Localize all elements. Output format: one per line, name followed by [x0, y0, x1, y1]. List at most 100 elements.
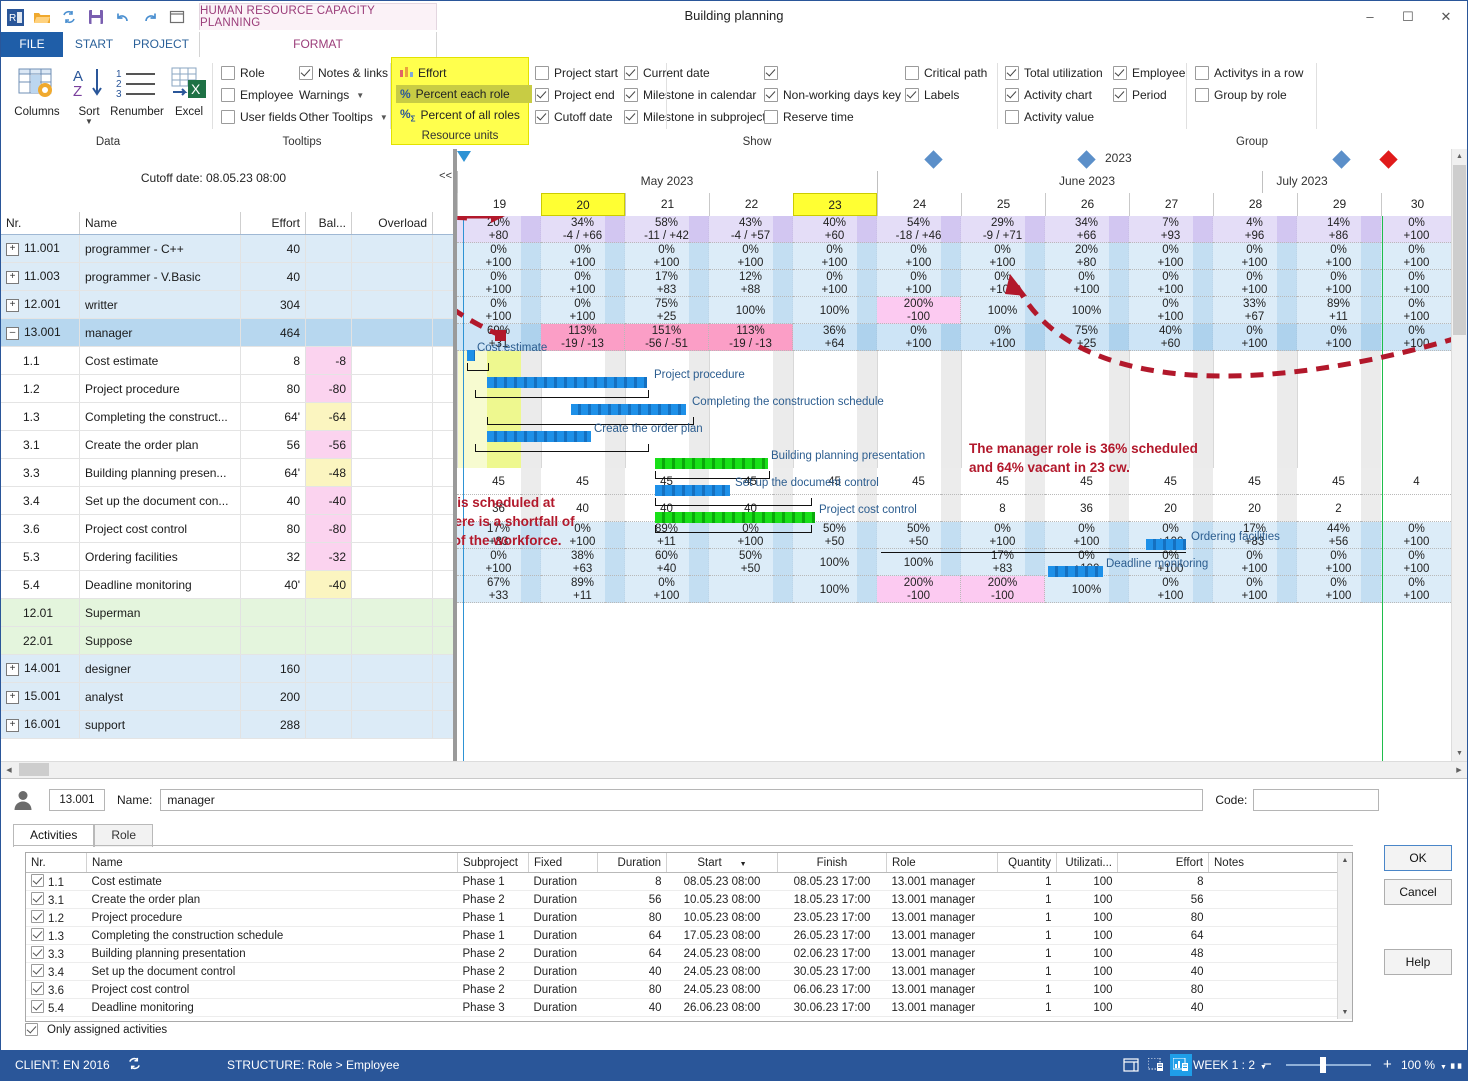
heatmap-cell[interactable]: 0%+100 — [1381, 324, 1453, 351]
scrollbar-thumb[interactable] — [19, 763, 49, 776]
row-checkbox[interactable] — [31, 1000, 44, 1013]
view-list-icon[interactable] — [1120, 1054, 1142, 1076]
heatmap-cell[interactable]: 4 — [1381, 468, 1453, 495]
gantt-bar[interactable] — [1146, 539, 1186, 550]
table-row[interactable]: 22.01 Suppose — [1, 626, 522, 655]
table-row[interactable]: +11.003 programmer - V.Basic 40 — [1, 262, 522, 291]
only-assigned-checkbox[interactable]: Only assigned activities — [25, 1023, 167, 1036]
week-column-27[interactable]: 27 — [1129, 193, 1213, 216]
checkbox-reserve-time[interactable]: Reserve time — [764, 110, 854, 124]
zoom-percent-label[interactable]: 100 % ▼ — [1401, 1058, 1447, 1072]
view-chart-icon[interactable] — [1170, 1054, 1192, 1076]
expander-icon[interactable]: + — [6, 690, 19, 704]
table-row[interactable]: 1.2 Project procedure 80 -80 — [1, 374, 522, 403]
checkbox-project-end[interactable]: Project end — [535, 88, 615, 102]
col-start[interactable]: Start ▼ — [666, 853, 778, 873]
checkbox-user-fields[interactable]: User fields — [221, 110, 297, 124]
heatmap-cell[interactable] — [1381, 495, 1453, 522]
heatmap-cell[interactable]: 200% -100 — [877, 297, 961, 324]
table-row[interactable]: 5.3 Ordering facilities 32 -32 — [1, 542, 522, 571]
table-row[interactable]: +15.001 analyst 200 — [1, 682, 522, 711]
vertical-scrollbar[interactable]: ▲ ▼ — [1451, 149, 1467, 761]
table-row[interactable]: 1.1 Cost estimate 8 -8 — [1, 346, 522, 375]
checkbox-unlabeled[interactable] — [764, 66, 783, 80]
scroll-up-icon[interactable]: ▲ — [1452, 149, 1467, 164]
table-row[interactable]: 12.01 Superman — [1, 598, 522, 627]
week-column-28[interactable]: 28 — [1213, 193, 1297, 216]
activities-scrollbar[interactable]: ▲ ▼ — [1337, 853, 1352, 1019]
row-checkbox[interactable] — [31, 910, 44, 923]
heatmap-cell[interactable]: 200% -100 — [877, 576, 961, 603]
table-row[interactable]: 3.1 Create the order plan Phase 2 Duration 5… — [26, 890, 1352, 909]
tab-format[interactable]: FORMAT — [199, 32, 437, 57]
gantt-bar[interactable] — [467, 350, 475, 361]
table-row[interactable]: 1.1 Cost estimate Phase 1 Duration 8 08.05.23… — [26, 872, 1352, 891]
gantt-bar[interactable] — [1048, 566, 1103, 577]
table-row[interactable]: +11.001 programmer - C++ 40 — [1, 234, 522, 263]
chevron-down-icon[interactable]: ▼ — [1440, 1064, 1447, 1071]
table-row[interactable]: 5.4 Deadline monitoring Phase 3 Duration 40 2… — [26, 998, 1352, 1017]
col-fixed[interactable]: Fixed — [528, 853, 598, 873]
col-subproject[interactable]: Subproject — [457, 853, 529, 873]
table-row[interactable]: 3.6 Project cost control 80 -80 — [1, 514, 522, 543]
resource-unit-percent-all-roles[interactable]: %Σ Percent of all roles — [400, 107, 520, 123]
row-checkbox[interactable] — [31, 982, 44, 995]
menu-warnings[interactable]: Warnings ▼ — [299, 88, 364, 102]
checkbox-activity-chart[interactable]: Activity chart — [1005, 88, 1092, 102]
checkbox-activitys-in-a-row[interactable]: Activitys in a row — [1195, 66, 1303, 80]
col-effort[interactable]: Effort — [1117, 853, 1209, 873]
gantt-bar[interactable] — [655, 512, 815, 523]
tab-start[interactable]: START — [63, 32, 125, 57]
heatmap-cell[interactable]: 0%+100 — [1381, 270, 1453, 297]
scroll-down-icon[interactable]: ▼ — [1338, 1005, 1352, 1019]
scroll-up-icon[interactable]: ▲ — [1338, 853, 1352, 867]
table-row[interactable]: 3.3 Building planning presen... 64' -48 — [1, 458, 522, 487]
scroll-left-icon[interactable]: ◀ — [1, 762, 17, 778]
checkbox-period[interactable]: Period — [1113, 88, 1167, 102]
milestone-icon[interactable] — [1077, 150, 1096, 169]
col-role[interactable]: Role — [886, 853, 998, 873]
week-column-30[interactable]: 30 — [1381, 193, 1453, 216]
help-button[interactable]: Help — [1384, 949, 1452, 975]
expander-icon[interactable]: + — [6, 662, 19, 676]
week-mode-label[interactable]: WEEK 1 : 2 ▼ — [1193, 1058, 1267, 1072]
table-row[interactable]: 3.6 Project cost control Phase 2 Duration 80… — [26, 980, 1352, 999]
horizontal-scrollbar[interactable]: ◀ ▶ — [1, 761, 1467, 778]
expander-icon[interactable]: – — [6, 326, 19, 340]
checkbox-cutoff-date[interactable]: Cutoff date — [535, 110, 613, 124]
heatmap-cell[interactable]: 113% -19 / -13 — [709, 324, 793, 351]
week-column-21[interactable]: 21 — [625, 193, 709, 216]
gantt-bar[interactable] — [655, 458, 768, 469]
expander-icon[interactable]: + — [6, 270, 19, 284]
collapse-button[interactable]: << — [439, 170, 452, 182]
checkbox-total-utilization[interactable]: Total utilization — [1005, 66, 1103, 80]
col-effort[interactable]: Effort — [240, 212, 306, 235]
heatmap-cell[interactable]: 0%+100 — [1381, 549, 1453, 576]
row-checkbox[interactable] — [31, 946, 44, 959]
zoom-slider-thumb[interactable] — [1320, 1057, 1326, 1073]
checkbox-critical-path[interactable]: Critical path — [905, 66, 987, 80]
checkbox-employee-show[interactable]: Employee — [1113, 66, 1185, 80]
week-column-29[interactable]: 29 — [1297, 193, 1381, 216]
resource-unit-effort[interactable]: Effort — [400, 65, 446, 80]
table-row[interactable]: 1.3 Completing the construction schedule P… — [26, 926, 1352, 945]
checkbox-non-working-days-key[interactable]: Non-working days key — [764, 88, 901, 102]
col-nr[interactable]: Nr. — [26, 853, 87, 873]
sort-dropdown-icon[interactable]: ▼ — [61, 118, 117, 126]
scroll-right-icon[interactable]: ▶ — [1451, 762, 1467, 778]
week-column-24[interactable]: 24 — [877, 193, 961, 216]
view-calendar-icon[interactable] — [1145, 1054, 1167, 1076]
minimize-button[interactable]: – — [1351, 1, 1389, 32]
col-name[interactable]: Name — [86, 853, 458, 873]
col-utilization[interactable]: Utilizati... — [1056, 853, 1118, 873]
row-checkbox[interactable] — [31, 874, 44, 887]
close-button[interactable]: ✕ — [1427, 1, 1465, 32]
col-finish[interactable]: Finish — [777, 853, 887, 873]
checkbox-milestone-in-calendar[interactable]: Milestone in calendar — [624, 88, 756, 102]
table-row[interactable]: 3.1 Create the order plan 56 -56 — [1, 430, 522, 459]
heatmap-cell[interactable]: 0%+100 — [1381, 522, 1453, 549]
table-row[interactable]: 3.4 Set up the document con... 40 -40 — [1, 486, 522, 515]
gantt-bar[interactable] — [571, 404, 686, 415]
row-checkbox[interactable] — [31, 928, 44, 941]
chevron-down-icon[interactable]: ▼ — [380, 113, 388, 122]
